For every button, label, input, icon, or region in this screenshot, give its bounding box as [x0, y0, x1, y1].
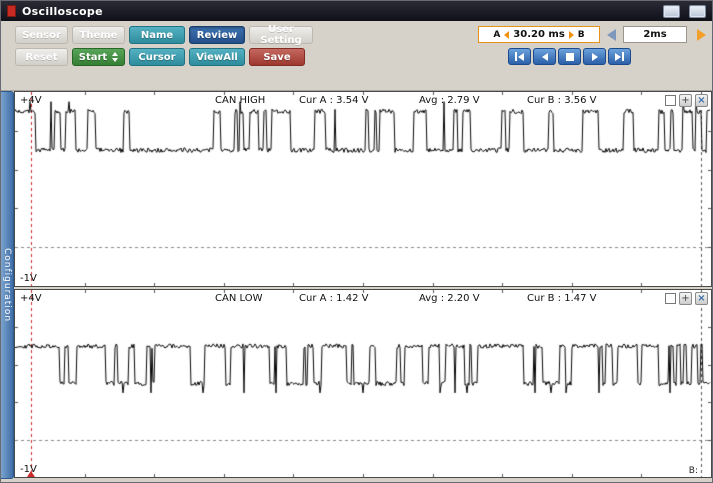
- stop-icon: [566, 53, 574, 61]
- step-back-icon: [542, 53, 548, 61]
- cursor-b-marker-icon: [569, 31, 574, 39]
- voltage-top-label: +4V: [20, 293, 42, 304]
- viewall-button[interactable]: ViewAll: [189, 48, 245, 66]
- title-bar: Oscilloscope: [1, 1, 712, 21]
- window-title: Oscilloscope: [22, 5, 654, 18]
- channel-checkbox[interactable]: [665, 95, 676, 106]
- cursor-b-readout: Cur B : 1.47 V: [527, 293, 596, 304]
- play-icon: [592, 53, 598, 61]
- cursor-delta-readout: A 30.20 ms B: [478, 26, 600, 43]
- zoom-plus-icon[interactable]: +: [679, 292, 692, 305]
- cursor-a-readout: Cur A : 1.42 V: [299, 293, 368, 304]
- screen-split-icon[interactable]: [663, 5, 680, 18]
- average-readout: Avg : 2.79 V: [419, 95, 480, 106]
- oscilloscope-app: Oscilloscope Sensor Theme Name Review Us…: [0, 0, 713, 483]
- app-logo-icon: [7, 5, 16, 17]
- zoom-plus-icon[interactable]: +: [679, 94, 692, 107]
- close-icon[interactable]: ×: [695, 292, 708, 305]
- timebase-decrease-button[interactable]: [603, 27, 619, 42]
- step-back-button[interactable]: [533, 48, 556, 65]
- cursor-delta-value: 30.20 ms: [513, 29, 564, 40]
- play-button[interactable]: [583, 48, 606, 65]
- close-icon[interactable]: ×: [695, 94, 708, 107]
- timebase-increase-button[interactable]: [693, 27, 709, 42]
- channel-checkbox[interactable]: [665, 293, 676, 304]
- skip-end-icon-bar: [622, 52, 624, 61]
- signal-name-label: CAN LOW: [215, 293, 262, 304]
- voltage-top-label: +4V: [20, 95, 42, 106]
- scope-panel-can-high: +4V CAN HIGH Cur A : 3.54 V Avg : 2.79 V…: [14, 91, 712, 287]
- scope-area: +4V CAN HIGH Cur A : 3.54 V Avg : 2.79 V…: [14, 91, 713, 479]
- reset-button[interactable]: Reset: [15, 48, 68, 66]
- skip-start-icon-tri: [518, 53, 524, 61]
- signal-name-label: CAN HIGH: [215, 95, 265, 106]
- cursor-a-marker-icon: [504, 31, 509, 39]
- name-button[interactable]: Name: [129, 26, 185, 44]
- toolbar: Sensor Theme Name Review User Setting Re…: [1, 21, 712, 91]
- panel-controls: + ×: [665, 292, 708, 305]
- sensor-button[interactable]: Sensor: [15, 26, 68, 44]
- save-button[interactable]: Save: [249, 48, 305, 66]
- timebase-value[interactable]: 2ms: [623, 26, 687, 43]
- panel-controls: + ×: [665, 94, 708, 107]
- configuration-tab[interactable]: Configuration: [1, 91, 14, 479]
- start-button-label: Start: [79, 52, 107, 63]
- review-button[interactable]: Review: [189, 26, 245, 44]
- cursor-b-bottom-label: B:: [689, 466, 698, 476]
- stop-button[interactable]: [558, 48, 581, 65]
- user-setting-button[interactable]: User Setting: [249, 26, 313, 44]
- cursor-a-readout: Cur A : 3.54 V: [299, 95, 368, 106]
- screen-menu-icon[interactable]: [689, 5, 706, 18]
- cursor-a-label: A: [493, 30, 500, 40]
- cursor-button[interactable]: Cursor: [129, 48, 185, 66]
- right-arrow-icon: [697, 29, 706, 41]
- scope-panel-can-low: +4V CAN LOW Cur A : 1.42 V Avg : 2.20 V …: [14, 289, 712, 478]
- start-spinner-icon: [112, 52, 118, 62]
- waveform-canvas-can-low[interactable]: [15, 290, 711, 477]
- skip-start-button[interactable]: [508, 48, 531, 65]
- cursor-b-readout: Cur B : 3.56 V: [527, 95, 596, 106]
- skip-end-button[interactable]: [608, 48, 631, 65]
- skip-end-icon: [615, 53, 621, 61]
- start-button[interactable]: Start: [72, 48, 125, 66]
- voltage-bottom-label: -1V: [20, 273, 37, 284]
- cursor-b-label: B: [578, 30, 585, 40]
- left-arrow-icon: [607, 29, 616, 41]
- cursor-a-bottom-marker-icon[interactable]: [27, 471, 35, 477]
- waveform-canvas-can-high[interactable]: [15, 92, 711, 286]
- skip-start-icon: [515, 52, 517, 61]
- average-readout: Avg : 2.20 V: [419, 293, 480, 304]
- theme-button[interactable]: Theme: [72, 26, 125, 44]
